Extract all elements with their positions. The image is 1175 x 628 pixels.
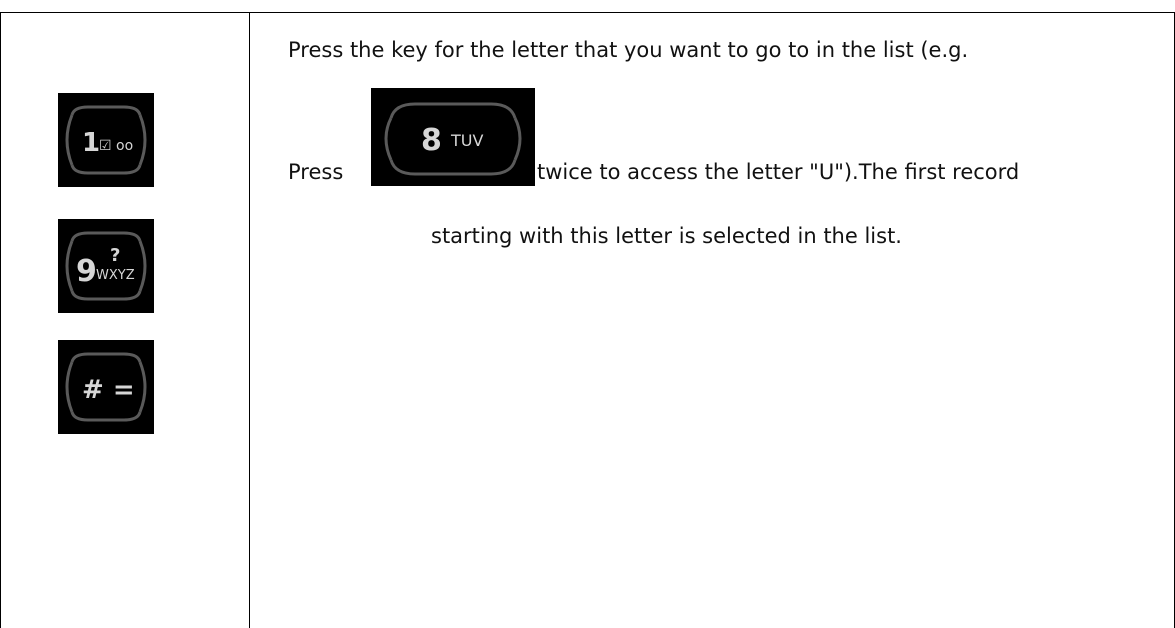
key-1-digit: 1	[82, 128, 100, 158]
key-8-letters: TUV	[450, 131, 483, 150]
description-line-3: starting with this letter is selected in…	[431, 224, 902, 248]
key-hash-symbols: # =	[82, 375, 135, 405]
table-left-border	[0, 12, 1, 628]
instruction-table	[0, 0, 1175, 628]
table-column-divider	[249, 12, 250, 628]
description-press-word: Press	[288, 160, 344, 184]
key-9-digit: 9	[76, 254, 97, 289]
key-9-symbol: ?	[110, 245, 120, 266]
description-line-1: Press the key for the letter that you wa…	[288, 38, 969, 62]
table-top-border	[0, 12, 1175, 13]
key-1-voicemail-icon: 1 ☑ oo	[58, 93, 154, 187]
key-hash-icon: # =	[58, 340, 154, 434]
key-1-symbols: ☑ oo	[99, 138, 133, 154]
key-9-letters: WXYZ	[96, 268, 135, 283]
description-line-2: twice to access the letter "U").The firs…	[537, 160, 1020, 184]
key-8-tuv-icon: 8 TUV	[371, 88, 535, 186]
key-8-digit: 8	[421, 123, 442, 158]
key-9-wxyz-icon: 9 ? WXYZ	[58, 219, 154, 313]
